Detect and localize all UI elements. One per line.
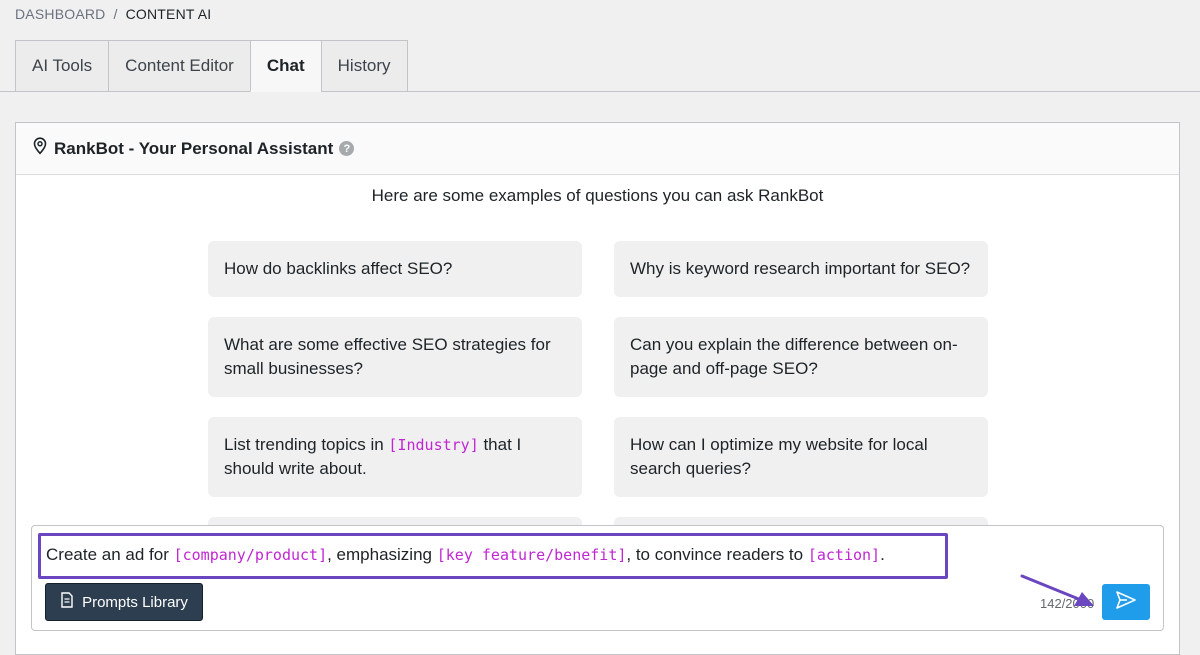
example-question[interactable]: Can you explain the difference between o… xyxy=(614,317,988,397)
examples-heading: Here are some examples of questions you … xyxy=(371,186,824,205)
example-question[interactable]: Why is keyword research important for SE… xyxy=(614,241,988,297)
send-icon xyxy=(1115,590,1137,615)
breadcrumb: DASHBOARD / CONTENT AI xyxy=(15,6,211,22)
tab-ai-tools[interactable]: AI Tools xyxy=(15,40,109,92)
placeholder-token: [key feature/benefit] xyxy=(436,546,627,564)
breadcrumb-current: CONTENT AI xyxy=(125,6,212,22)
document-icon xyxy=(60,592,74,612)
help-icon[interactable]: ? xyxy=(339,141,355,156)
example-question[interactable]: How do backlinks affect SEO? xyxy=(208,241,582,297)
send-button[interactable] xyxy=(1102,584,1150,620)
placeholder-token: [company/product] xyxy=(173,546,328,564)
annotation-arrow-icon xyxy=(1020,574,1094,606)
location-pin-icon xyxy=(32,137,48,160)
prompt-input[interactable]: Create an ad for [company/product], emph… xyxy=(38,533,948,579)
tab-content-editor[interactable]: Content Editor xyxy=(108,40,250,92)
breadcrumb-separator: / xyxy=(113,6,118,22)
panel-title: RankBot - Your Personal Assistant xyxy=(54,138,334,158)
example-question[interactable]: What are some effective SEO strategies f… xyxy=(208,317,582,397)
tab-history[interactable]: History xyxy=(320,40,408,92)
panel-header: RankBot - Your Personal Assistant ? xyxy=(16,123,1179,175)
tab-bar: AI Tools Content Editor Chat History xyxy=(15,40,408,92)
example-question[interactable]: List trending topics in [Industry] that … xyxy=(208,417,582,497)
example-question[interactable]: How can I optimize my website for local … xyxy=(614,417,988,497)
example-questions: How do backlinks affect SEO? Why is keyw… xyxy=(208,241,988,526)
tab-chat[interactable]: Chat xyxy=(249,40,321,92)
breadcrumb-dashboard[interactable]: DASHBOARD xyxy=(15,6,105,22)
chat-composer: Create an ad for [company/product], emph… xyxy=(31,525,1164,631)
chat-area[interactable]: Here are some examples of questions you … xyxy=(16,176,1179,526)
rankbot-panel: RankBot - Your Personal Assistant ? Here… xyxy=(15,122,1180,655)
prompts-library-button[interactable]: Prompts Library xyxy=(45,583,203,621)
placeholder-token: [action] xyxy=(807,546,881,564)
placeholder-token: [Industry] xyxy=(388,436,479,454)
